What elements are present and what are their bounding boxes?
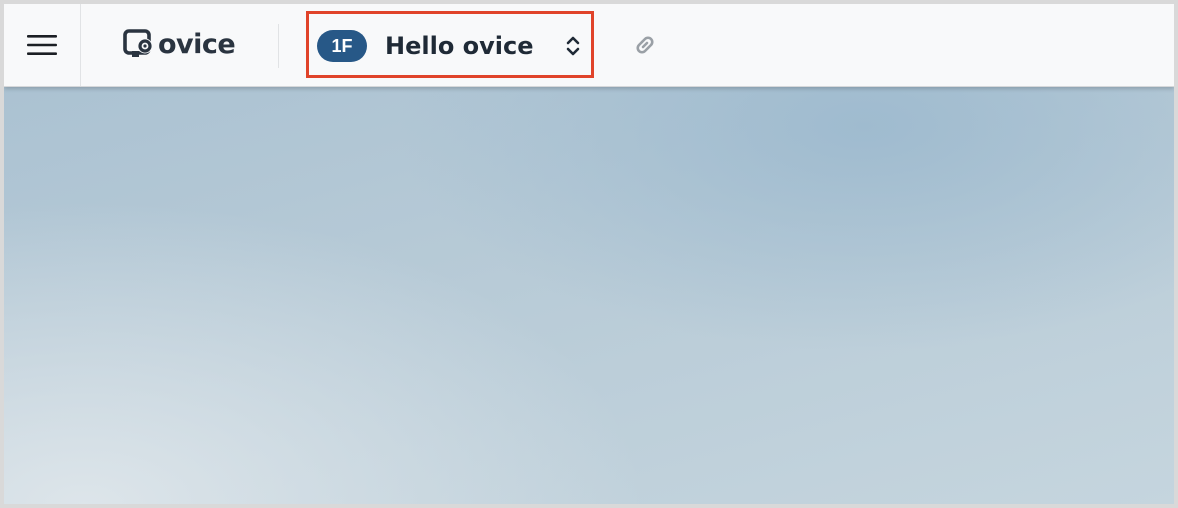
room-selector[interactable]: 1F Hello ovice bbox=[306, 11, 594, 78]
copy-link-button[interactable] bbox=[628, 28, 662, 62]
ovice-logo-mark-icon bbox=[123, 29, 153, 57]
link-icon[interactable] bbox=[630, 30, 660, 60]
top-bar: ovice 1F Hello ovice bbox=[4, 4, 1174, 87]
chevron-up-down-icon bbox=[566, 36, 580, 56]
menu-button[interactable] bbox=[4, 4, 81, 86]
space-canvas[interactable] bbox=[4, 86, 1174, 504]
logo-text: ovice bbox=[158, 28, 236, 60]
ovice-logo[interactable]: ovice bbox=[122, 26, 236, 62]
floor-badge: 1F bbox=[317, 30, 367, 62]
room-name: Hello ovice bbox=[385, 32, 534, 60]
hamburger-icon[interactable] bbox=[27, 34, 57, 56]
app-window: ovice 1F Hello ovice bbox=[4, 4, 1174, 504]
header-divider bbox=[278, 24, 279, 68]
